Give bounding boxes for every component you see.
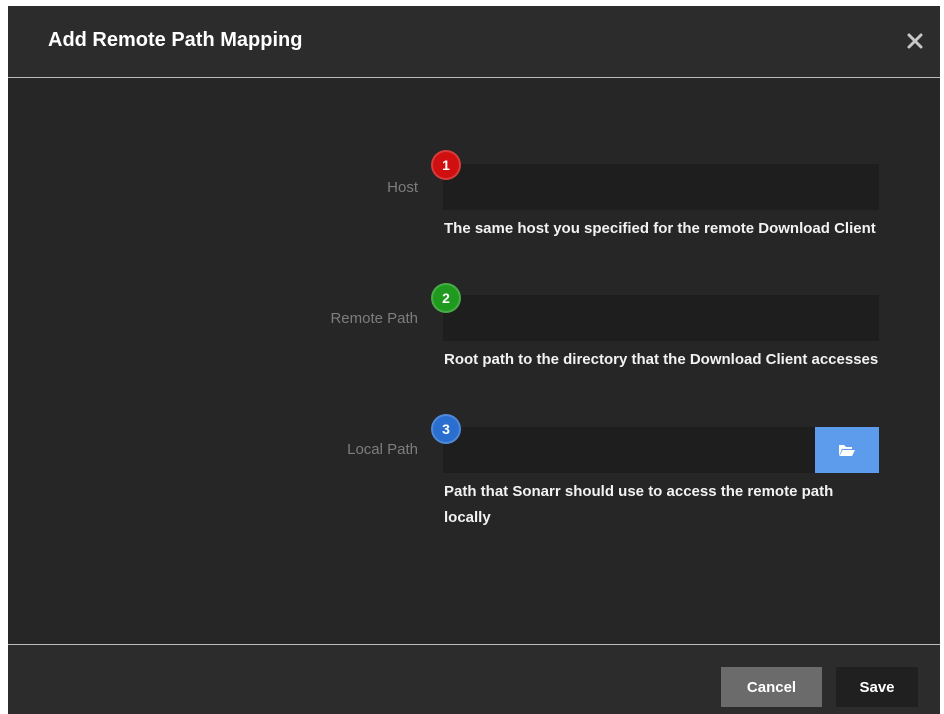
host-help-text: The same host you specified for the remo… [444, 220, 876, 237]
close-button[interactable] [902, 26, 928, 56]
remote-path-input[interactable] [443, 295, 879, 341]
local-path-help-text: Path that Sonarr should use to access th… [444, 483, 834, 526]
remote-path-step-badge: 2 [431, 283, 461, 313]
local-path-input[interactable] [443, 427, 815, 473]
save-button[interactable]: Save [836, 667, 918, 707]
remote-path-help-text: Root path to the directory that the Down… [444, 351, 879, 368]
dialog-title: Add Remote Path Mapping [48, 29, 303, 51]
cancel-button[interactable]: Cancel [721, 667, 822, 707]
local-path-step-badge: 3 [431, 414, 461, 444]
remote-path-label: Remote Path [330, 310, 418, 327]
host-step-badge: 1 [431, 150, 461, 180]
close-icon [907, 33, 923, 49]
dialog-footer: Cancel Save [8, 645, 940, 714]
folder-open-icon [839, 445, 855, 456]
host-input[interactable] [443, 164, 879, 210]
dialog-body: Host 1 The same host you specified for t… [8, 78, 940, 644]
local-path-label: Local Path [347, 441, 418, 458]
dialog-header: Add Remote Path Mapping [8, 6, 940, 77]
add-remote-path-mapping-dialog: Add Remote Path Mapping Host 1 The same … [8, 6, 940, 714]
host-label: Host [387, 179, 418, 196]
browse-folder-button[interactable] [815, 427, 879, 473]
